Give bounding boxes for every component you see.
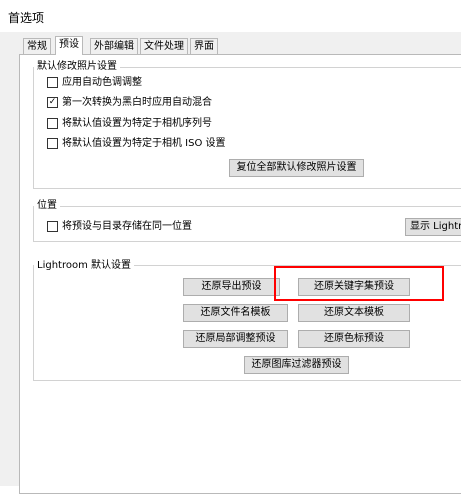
location-heading: 位置: [34, 200, 60, 212]
serial-default-checkbox[interactable]: [47, 118, 58, 129]
show-lightroom-presets-button[interactable]: 显示 Lightroom: [405, 218, 461, 236]
default-develop-heading: 默认修改照片设置: [34, 61, 120, 73]
window-title: 首选项: [8, 11, 45, 25]
restore-export-presets-button[interactable]: 还原导出预设: [183, 278, 280, 296]
serial-default-label: 将默认值设置为特定于相机序列号: [62, 118, 212, 129]
reset-develop-defaults-button[interactable]: 复位全部默认修改照片设置: [229, 159, 364, 177]
restore-local-adjustment-presets-button[interactable]: 还原局部调整预设: [183, 330, 288, 348]
auto-tone-checkbox[interactable]: [47, 77, 58, 88]
tab-file-handling[interactable]: 文件处理: [140, 38, 188, 54]
store-with-catalog-checkbox[interactable]: [47, 221, 58, 232]
iso-default-label: 将默认值设置为特定于相机 ISO 设置: [62, 138, 226, 149]
restore-color-label-presets-button[interactable]: 还原色标预设: [298, 330, 410, 348]
auto-mix-label: 第一次转换为黑白时应用自动混合: [62, 97, 212, 108]
store-with-catalog-label: 将预设与目录存储在同一位置: [62, 221, 192, 232]
title-bar: 首选项: [0, 0, 461, 32]
iso-default-checkbox[interactable]: [47, 138, 58, 149]
highlight-box: [274, 266, 444, 301]
auto-tone-label: 应用自动色调调整: [62, 77, 142, 88]
restore-library-filter-presets-button[interactable]: 还原图库过滤器预设: [244, 356, 349, 374]
tab-external-editing[interactable]: 外部编辑: [90, 38, 138, 54]
tab-presets[interactable]: 预设: [55, 36, 83, 55]
lightroom-defaults-heading: Lightroom 默认设置: [34, 260, 135, 272]
restore-filename-templates-button[interactable]: 还原文件名模板: [183, 304, 288, 322]
tab-interface[interactable]: 界面: [190, 38, 218, 54]
tab-general[interactable]: 常规: [23, 38, 51, 54]
restore-text-templates-button[interactable]: 还原文本模板: [298, 304, 410, 322]
auto-mix-checkbox[interactable]: ✓: [47, 97, 58, 108]
